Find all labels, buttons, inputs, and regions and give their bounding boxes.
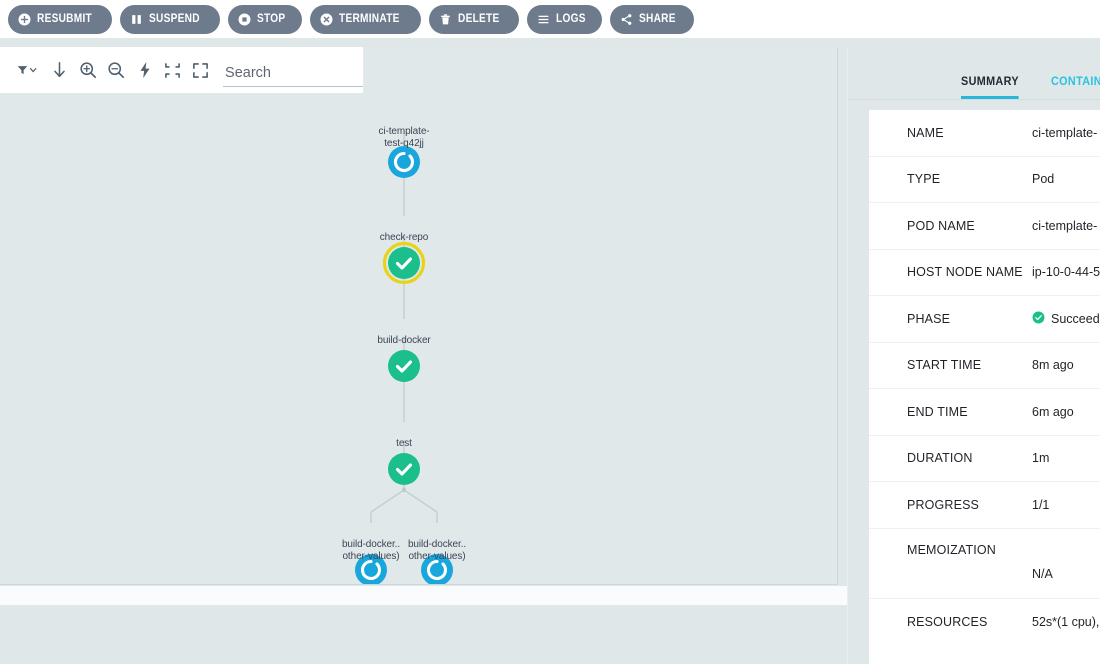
detail-value-phase: Succeede: [1051, 311, 1100, 326]
graph-node-label-test: test: [396, 438, 412, 449]
detail-row-phase: PHASE Succeede: [869, 296, 1100, 343]
detail-row-start-time: START TIME 8m ago: [869, 343, 1100, 389]
detail-key-name: NAME: [907, 125, 944, 140]
graph-toolbar: [0, 47, 364, 94]
graph-node-build-docker: [388, 350, 420, 382]
trash-icon: [439, 13, 452, 26]
detail-value-type: Pod: [1032, 172, 1055, 187]
detail-value-duration: 1m: [1032, 451, 1050, 466]
detail-key-memoization: MEMOIZATION: [907, 542, 996, 557]
delete-label: DELETE: [458, 13, 500, 25]
detail-value-memoization: N/A: [1032, 566, 1053, 581]
detail-value-start-time: 8m ago: [1032, 358, 1074, 373]
terminate-label: TERMINATE: [339, 13, 401, 25]
detail-value-end-time: 6m ago: [1032, 404, 1074, 419]
graph-node-test: [388, 453, 420, 485]
share-button[interactable]: SHARE: [610, 4, 695, 34]
detail-value-name: ci-template-: [1032, 125, 1098, 140]
graph-node-label-build-docker: build-docker: [377, 335, 431, 346]
plus-circle-icon: [18, 13, 31, 26]
logs-label: LOGS: [555, 13, 586, 25]
search-field-wrapper: [223, 53, 364, 87]
share-label: SHARE: [639, 13, 677, 25]
detail-value-host-node-name: ip-10-0-44-5: [1032, 265, 1100, 280]
graph-node-label-check-repo: check-repo: [379, 232, 429, 243]
detail-row-pod-name: POD NAME ci-template-: [869, 203, 1100, 250]
detail-key-progress: PROGRESS: [907, 497, 980, 512]
node-details-panel: SUMMARY CONTAINER NAME ci-template- TYPE…: [847, 47, 1100, 664]
detail-key-type: TYPE: [907, 172, 941, 187]
tab-container-label: CONTAINER: [1051, 74, 1100, 88]
fullscreen-icon[interactable]: [187, 50, 215, 90]
terminate-button[interactable]: TERMINATE: [310, 4, 422, 34]
suspend-button[interactable]: SUSPEND: [120, 4, 221, 34]
collapse-icon[interactable]: [159, 50, 187, 90]
stop-button[interactable]: STOP: [228, 4, 303, 34]
detail-key-phase: PHASE: [907, 311, 951, 326]
suspend-label: SUSPEND: [149, 13, 201, 25]
summary-detail-card: NAME ci-template- TYPE Pod POD NAME ci-t…: [869, 110, 1100, 664]
detail-key-duration: DURATION: [907, 451, 973, 466]
detail-row-progress: PROGRESS 1/1: [869, 482, 1100, 529]
detail-key-host-node-name: HOST NODE NAME: [907, 265, 1023, 280]
detail-row-resources: RESOURCES 52s*(1 cpu),: [869, 599, 1100, 646]
detail-key-start-time: START TIME: [907, 358, 982, 373]
zoom-in-icon[interactable]: [74, 50, 102, 90]
resubmit-button[interactable]: RESUBMIT: [8, 4, 113, 34]
graph-node-root: [388, 146, 420, 178]
workflow-detail-page: RESUBMIT SUSPEND STOP TERMINATE DELETE L…: [0, 0, 1100, 664]
detail-row-memoization: MEMOIZATION N/A: [869, 529, 1100, 599]
pause-icon: [130, 13, 143, 26]
detail-row-host-node-name: HOST NODE NAME ip-10-0-44-5: [869, 250, 1100, 296]
tab-summary-label: SUMMARY: [961, 74, 1019, 88]
check-circle-icon: [1032, 311, 1045, 327]
detail-value-pod-name: ci-template-: [1032, 218, 1098, 233]
stop-label: STOP: [257, 13, 286, 25]
detail-value-progress: 1/1: [1032, 497, 1050, 512]
detail-row-type: TYPE Pod: [869, 157, 1100, 203]
graph-node-check-repo: [382, 241, 426, 285]
stop-circle-icon: [238, 13, 251, 26]
graph-node-label-root: ci-template- test-q42jj: [378, 126, 430, 149]
delete-button[interactable]: DELETE: [429, 4, 519, 34]
resubmit-label: RESUBMIT: [37, 13, 92, 25]
detail-row-end-time: END TIME 6m ago: [869, 389, 1100, 436]
detail-key-resources: RESOURCES: [907, 614, 988, 629]
detail-row-name: NAME ci-template-: [869, 110, 1100, 157]
detail-value-phase-wrapper: Succeede: [1032, 311, 1100, 327]
graph-node-label-child-right: build-docker.. other-values): [407, 539, 467, 562]
list-icon: [537, 13, 550, 26]
lightning-bolt-icon[interactable]: [130, 50, 158, 90]
action-toolbar: RESUBMIT SUSPEND STOP TERMINATE DELETE L…: [0, 0, 1100, 38]
detail-key-pod-name: POD NAME: [907, 218, 975, 233]
search-input[interactable]: [223, 63, 364, 87]
details-tab-bar: SUMMARY CONTAINER: [848, 47, 1100, 100]
logs-button[interactable]: LOGS: [526, 4, 603, 34]
zoom-out-icon[interactable]: [102, 50, 130, 90]
share-icon: [620, 13, 633, 26]
graph-bottom-strip: [0, 586, 847, 605]
arrow-down-icon[interactable]: [46, 50, 74, 90]
tab-container[interactable]: CONTAINER: [1051, 74, 1100, 99]
detail-value-resources: 52s*(1 cpu),: [1032, 614, 1100, 629]
x-circle-icon: [320, 13, 333, 26]
tab-summary[interactable]: SUMMARY: [961, 74, 1020, 99]
filter-dropdown-icon[interactable]: [10, 50, 46, 90]
workflow-graph-canvas[interactable]: ci-template- test-q42jj check-repo build…: [0, 47, 838, 585]
detail-row-duration: DURATION 1m: [869, 436, 1100, 482]
detail-key-end-time: END TIME: [907, 404, 968, 419]
